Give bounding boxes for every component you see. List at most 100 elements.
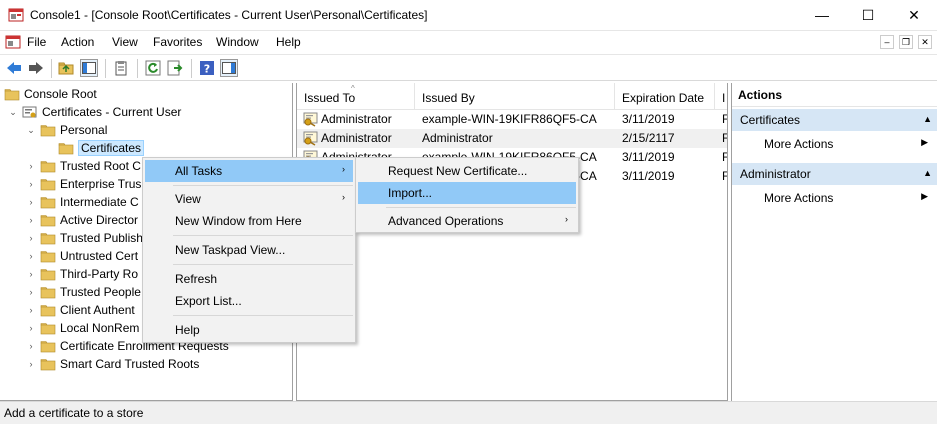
tree-item[interactable]: › Smart Card Trusted Roots — [26, 355, 200, 373]
tree-item-label: Personal — [60, 123, 108, 137]
ctx-all-tasks[interactable]: All Tasks › — [145, 160, 353, 182]
ctx-view[interactable]: View › — [145, 188, 353, 210]
folder-icon — [40, 214, 56, 226]
chevron-down-icon[interactable]: ⌄ — [26, 125, 36, 135]
actions-title: Actions — [732, 83, 937, 107]
ctx-new-window[interactable]: New Window from Here — [145, 210, 353, 232]
minimize-button[interactable]: — — [799, 0, 845, 30]
menu-view[interactable]: View — [112, 35, 138, 49]
ctx-new-taskpad-view[interactable]: New Taskpad View... — [145, 239, 353, 261]
up-folder-icon[interactable] — [57, 59, 75, 77]
tree-item-label: Console Root — [24, 87, 97, 101]
toolbar-separator — [191, 59, 192, 78]
menu-bar: File Action View Favorites Window Help –… — [0, 31, 937, 53]
chevron-right-icon[interactable]: › — [26, 197, 36, 207]
tree-item[interactable]: › Untrusted Cert — [26, 247, 139, 265]
chevron-right-icon[interactable]: › — [26, 233, 36, 243]
menu-action[interactable]: Action — [61, 35, 94, 49]
more-actions-certificates[interactable]: More Actions ▶ — [732, 133, 937, 155]
chevron-right-icon[interactable]: › — [26, 161, 36, 171]
results-pane[interactable]: Issued To ^ Issued By Expiration Date I … — [296, 83, 728, 401]
tree-item[interactable]: › Trusted People — [26, 283, 141, 301]
mmc-app-icon — [8, 8, 24, 22]
folder-icon — [40, 322, 56, 334]
submenu-advanced-operations[interactable]: Advanced Operations › — [358, 210, 576, 232]
chevron-right-icon[interactable]: › — [26, 305, 36, 315]
tree-item[interactable]: Console Root — [4, 85, 97, 103]
show-hide-action-pane-icon[interactable] — [220, 59, 238, 77]
issued-by-cell: example-WIN-19KIFR86QF5-CA — [422, 112, 597, 126]
ctx-export-list[interactable]: Export List... — [145, 290, 353, 312]
collapse-icon[interactable]: ▲ — [923, 168, 932, 178]
back-icon[interactable] — [5, 59, 23, 77]
ctx-refresh[interactable]: Refresh — [145, 268, 353, 290]
tree-item[interactable]: ⌄ Personal — [26, 121, 107, 139]
tree-item[interactable]: ⌄ Certificates - Current User — [8, 103, 181, 121]
column-intended-purposes[interactable]: I — [715, 83, 727, 110]
tree-item[interactable]: › Local NonRem — [26, 319, 140, 337]
chevron-right-icon[interactable]: › — [26, 341, 36, 351]
column-issued-by[interactable]: Issued By — [415, 83, 615, 110]
menu-help[interactable]: Help — [276, 35, 301, 49]
submenu-arrow-icon: › — [342, 164, 345, 174]
chevron-right-icon[interactable]: › — [26, 215, 36, 225]
close-button[interactable]: ✕ — [891, 0, 937, 30]
toolbar: ? — [0, 54, 937, 81]
chevron-right-icon[interactable]: › — [26, 359, 36, 369]
folder-icon — [40, 178, 56, 190]
menu-separator — [386, 207, 576, 208]
chevron-right-icon[interactable]: › — [26, 287, 36, 297]
refresh-icon[interactable] — [144, 59, 162, 77]
more-actions-administrator[interactable]: More Actions ▶ — [732, 187, 937, 209]
actions-section-administrator[interactable]: Administrator ▲ — [732, 163, 937, 185]
menu-window[interactable]: Window — [216, 35, 259, 49]
folder-icon — [58, 142, 74, 154]
tree-item[interactable]: › Third-Party Ro — [26, 265, 139, 283]
forward-icon[interactable] — [27, 59, 45, 77]
tree-item[interactable]: › Trusted Publish — [26, 229, 143, 247]
column-issued-to[interactable]: Issued To ^ — [297, 83, 415, 110]
console-child-icon[interactable] — [5, 34, 21, 50]
mdi-restore-button[interactable]: ❐ — [899, 35, 913, 49]
folder-icon — [40, 286, 56, 298]
submenu-request-new-certificate[interactable]: Request New Certificate... — [358, 160, 576, 182]
chevron-right-icon[interactable]: › — [26, 323, 36, 333]
folder-icon — [40, 340, 56, 352]
ctx-help[interactable]: Help — [145, 319, 353, 341]
menu-favorites[interactable]: Favorites — [153, 35, 202, 49]
mdi-minimize-button[interactable]: – — [880, 35, 894, 49]
tree-item[interactable]: › Client Authent — [26, 301, 135, 319]
certificate-row[interactable]: Administrator example-WIN-19KIFR86QF5-CA 3… — [297, 110, 727, 129]
tree-item[interactable]: Certificates — [44, 139, 145, 157]
menu-file[interactable]: File — [27, 35, 46, 49]
menu-separator — [173, 264, 353, 265]
chevron-right-icon[interactable]: › — [26, 251, 36, 261]
actions-section-certificates[interactable]: Certificates ▲ — [732, 109, 937, 131]
menu-separator — [173, 315, 353, 316]
title-bar: Console1 - [Console Root\Certificates - … — [0, 0, 937, 31]
column-expiration-date[interactable]: Expiration Date — [615, 83, 715, 110]
submenu-arrow-icon: › — [342, 192, 345, 202]
chevron-right-icon[interactable]: › — [26, 179, 36, 189]
issued-to-cell: Administrator — [321, 112, 392, 126]
folder-icon — [40, 268, 56, 280]
maximize-button[interactable]: ☐ — [845, 0, 891, 30]
chevron-down-icon[interactable]: ⌄ — [8, 107, 18, 117]
submenu-import[interactable]: Import... — [358, 182, 576, 204]
tree-item-label: Certificates — [78, 140, 145, 156]
tree-item[interactable]: › Enterprise Trus — [26, 175, 142, 193]
collapse-icon[interactable]: ▲ — [923, 114, 932, 124]
tree-item[interactable]: › Trusted Root C — [26, 157, 141, 175]
ctx-all-tasks-label: All Tasks — [175, 164, 223, 178]
help-icon[interactable]: ? — [198, 59, 216, 77]
certificate-row[interactable]: Administrator Administrator 2/15/2117 F — [297, 129, 727, 148]
tree-item[interactable]: › Intermediate C — [26, 193, 139, 211]
chevron-right-icon[interactable]: › — [26, 269, 36, 279]
tree-item[interactable]: › Active Director — [26, 211, 139, 229]
expiration-cell: 2/15/2117 — [622, 131, 675, 145]
show-hide-tree-icon[interactable] — [80, 59, 98, 77]
properties-icon[interactable] — [112, 59, 130, 77]
folder-icon — [40, 196, 56, 208]
export-list-icon[interactable] — [166, 59, 184, 77]
mdi-close-button[interactable]: ✕ — [918, 35, 932, 49]
